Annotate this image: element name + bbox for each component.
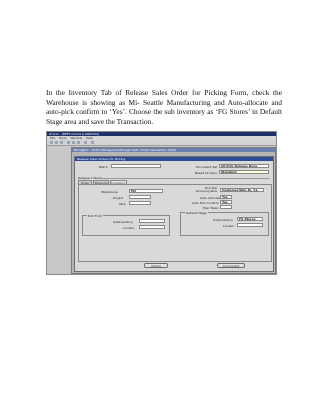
release-criteria-divider [99, 178, 270, 179]
pick-from-locator-label: Locator [123, 226, 135, 230]
plan-tasks-field[interactable] [220, 205, 232, 209]
based-on-rule-label: Based On Rule [195, 171, 217, 175]
auto-allocate-label: Auto Allocate [200, 196, 220, 200]
project-field[interactable] [129, 195, 151, 199]
default-stage-label: Default Stage [185, 211, 208, 215]
online-button[interactable]: Online [144, 263, 168, 268]
pick-from-subinventory-field[interactable] [139, 219, 165, 223]
toolbar-paste-icon[interactable] [77, 141, 80, 144]
warehouse-label: Warehouse [101, 190, 118, 194]
based-on-rule-field[interactable]: Standard [219, 170, 269, 174]
project-label: Project [113, 196, 124, 200]
document-set-field[interactable]: All Pick Release Docu [219, 164, 269, 168]
task-label: Task [119, 202, 126, 206]
inventory-tab-panel: Warehouse M1 Project Task Pick Slip Grou… [78, 184, 272, 262]
toolbar-help-icon[interactable] [91, 141, 94, 144]
default-stage-frame: Default Stage Subinventory FG Stores Loc… [180, 211, 269, 236]
task-field[interactable] [129, 201, 151, 205]
toolbar-open-icon[interactable] [50, 141, 53, 144]
pick-from-locator-field[interactable] [139, 225, 165, 229]
release-sales-orders-dialog: Release Sales Orders for Picking Batch D… [74, 156, 274, 272]
pick-from-frame: Pick From Subinventory Locator [82, 214, 170, 236]
oracle-forms-screenshot: Oracle - [BEFS Oracle (LAB0000)] File To… [46, 131, 277, 275]
batch-label: Batch [99, 165, 108, 169]
toolbar-cut-icon[interactable] [67, 141, 70, 144]
pick-slip-grouping-rule-label: Pick Slip Grouping Rule [195, 186, 217, 193]
default-stage-locator-label: Locator [223, 224, 235, 228]
toolbar [47, 140, 276, 146]
pick-from-label: Pick From [87, 214, 104, 218]
auto-pick-confirm-label: Auto Pick Confirm [192, 201, 219, 205]
warehouse-field[interactable]: M1 [129, 189, 163, 193]
plan-tasks-label: Plan Tasks [203, 206, 219, 210]
pick-from-subinventory-label: Subinventory [113, 220, 133, 224]
pick-slip-grouping-rule-field[interactable]: Customer,Ship To, Ca [220, 188, 264, 192]
default-stage-locator-field[interactable] [237, 223, 263, 227]
toolbar-print-icon[interactable] [60, 141, 63, 144]
toolbar-copy-icon[interactable] [72, 141, 75, 144]
default-stage-subinventory-label: Subinventory [213, 218, 233, 222]
default-stage-subinventory-field[interactable]: FG Stores [237, 217, 263, 221]
auto-allocate-field[interactable]: Yes [220, 195, 232, 199]
auto-pick-confirm-field[interactable]: Yes [220, 200, 232, 204]
navigator-title: Navigator - Order Management/Super User,… [72, 148, 275, 152]
concurrent-button[interactable]: Concurrent [217, 263, 245, 268]
dialog-title: Release Sales Orders for Picking [75, 157, 273, 161]
toolbar-find-icon[interactable] [84, 141, 87, 144]
toolbar-save-icon[interactable] [55, 141, 58, 144]
document-set-label: Document Set [196, 165, 218, 169]
instruction-paragraph: In the Inventory Tab of Release Sales Or… [46, 88, 282, 126]
batch-field[interactable] [111, 164, 161, 168]
